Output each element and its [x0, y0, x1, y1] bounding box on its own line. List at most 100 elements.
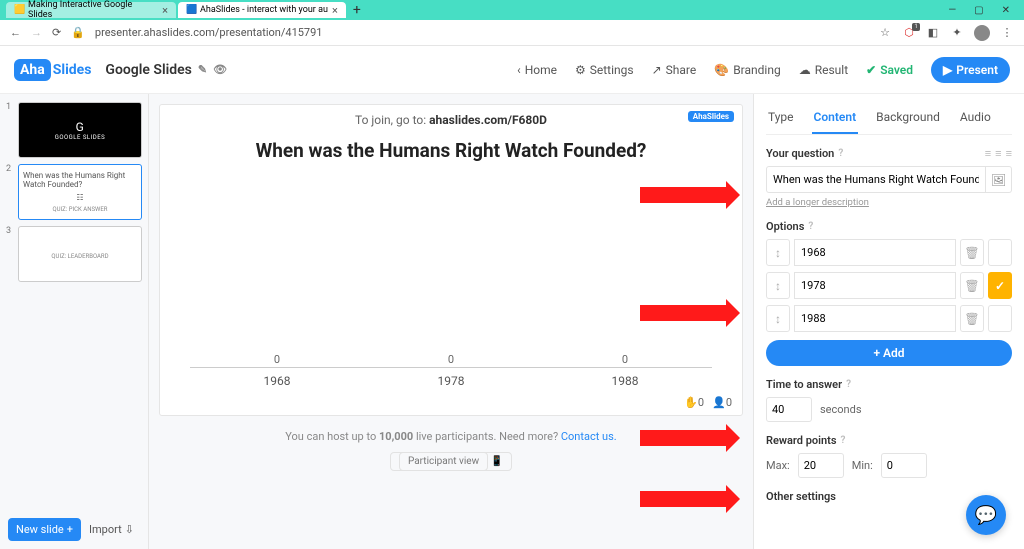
- new-tab-button[interactable]: +: [348, 2, 366, 18]
- correct-toggle[interactable]: [988, 305, 1012, 332]
- option-input[interactable]: [794, 272, 956, 299]
- reload-icon[interactable]: ⟳: [52, 26, 61, 39]
- menu-icon[interactable]: ⋮: [1000, 26, 1014, 40]
- saved-indicator: ✔Saved: [866, 63, 913, 77]
- play-icon: ▶: [943, 63, 952, 77]
- thumb-sub: GOOGLE SLIDES: [55, 134, 105, 141]
- avatar-icon[interactable]: [974, 25, 990, 41]
- url-bar: ← → ⟳ 🔒 presenter.ahaslides.com/presenta…: [0, 20, 1024, 46]
- delete-icon[interactable]: 🗑: [960, 272, 984, 299]
- close-icon[interactable]: ×: [162, 4, 168, 17]
- help-icon[interactable]: ?: [841, 435, 846, 446]
- drag-handle[interactable]: ↕: [766, 239, 790, 266]
- aha-icon: 🟦: [186, 5, 196, 15]
- time-input[interactable]: [766, 397, 812, 422]
- people-count: 👤0: [712, 396, 732, 409]
- delete-icon[interactable]: 🗑: [960, 239, 984, 266]
- minimize-icon[interactable]: —: [948, 5, 956, 16]
- app-nav: ‹Home ⚙Settings ↗Share 🎨Branding ☁Result…: [517, 57, 1010, 83]
- nav-branding[interactable]: 🎨Branding: [714, 63, 780, 77]
- help-icon[interactable]: ?: [838, 148, 843, 159]
- logo[interactable]: AhaSlides: [14, 59, 91, 81]
- nav-settings[interactable]: ⚙Settings: [575, 63, 634, 77]
- nav-home[interactable]: ‹Home: [517, 63, 557, 77]
- browser-tab[interactable]: 🟨 Making Interactive Google Slides ×: [6, 2, 176, 18]
- logo-text: Slides: [53, 62, 92, 78]
- your-question-label: Your question? ≡ ≡ ≡: [766, 147, 1012, 160]
- option-input[interactable]: [794, 239, 956, 266]
- star-icon[interactable]: ☆: [878, 26, 892, 40]
- bar-label: 1988: [568, 374, 683, 388]
- tab-title: Making Interactive Google Slides: [28, 0, 158, 20]
- slide-rail: 1 G GOOGLE SLIDES 2 When was the Humans …: [0, 94, 148, 549]
- pencil-icon[interactable]: ✎: [198, 63, 207, 76]
- slide-thumb[interactable]: 3 QUIZ: LEADERBOARD: [6, 226, 142, 282]
- correct-toggle-active[interactable]: ✓: [988, 272, 1012, 299]
- question-input[interactable]: [766, 166, 986, 193]
- align-center-icon[interactable]: ≡: [995, 147, 1001, 160]
- nav-result[interactable]: ☁Result: [799, 63, 848, 77]
- thumb-card: G GOOGLE SLIDES: [18, 102, 142, 158]
- tab-content[interactable]: Content: [812, 102, 859, 134]
- slide-thumb[interactable]: 1 G GOOGLE SLIDES: [6, 102, 142, 158]
- min-input[interactable]: [881, 453, 927, 478]
- new-slide-button[interactable]: New slide+: [8, 518, 81, 541]
- annotation-arrow: [640, 430, 726, 446]
- image-button[interactable]: 🖼: [986, 166, 1012, 193]
- option-row: ↕ 🗑: [766, 239, 1012, 266]
- slide-number: 3: [6, 226, 14, 282]
- drag-handle[interactable]: ↕: [766, 305, 790, 332]
- nav-share[interactable]: ↗Share: [652, 63, 697, 77]
- back-icon[interactable]: ←: [10, 26, 21, 39]
- gslides-icon: 🟨: [14, 5, 24, 15]
- forward-icon[interactable]: →: [31, 26, 42, 39]
- bar-label: 1978: [394, 374, 509, 388]
- maximize-icon[interactable]: ▢: [974, 5, 983, 16]
- extension-icon[interactable]: ◧: [926, 26, 940, 40]
- eye-icon[interactable]: 👁: [213, 63, 227, 76]
- close-window-icon[interactable]: ✕: [1002, 5, 1010, 16]
- chat-bubble[interactable]: 💬: [966, 495, 1006, 535]
- annotation-arrow: [640, 491, 726, 507]
- slide-thumb-active[interactable]: 2 When was the Humans Right Watch Founde…: [6, 164, 142, 220]
- x-axis: [190, 367, 712, 368]
- slide-stage: AhaSlides To join, go to: ahaslides.com/…: [159, 104, 743, 416]
- canvas: AhaSlides To join, go to: ahaslides.com/…: [148, 94, 754, 549]
- delete-icon[interactable]: 🗑: [960, 305, 984, 332]
- reward-label: Reward points?: [766, 434, 1012, 447]
- bar-value: 0: [220, 353, 335, 366]
- presentation-title[interactable]: Google Slides ✎ 👁: [105, 62, 227, 78]
- import-button[interactable]: Import⇩: [89, 518, 134, 541]
- app-header: AhaSlides Google Slides ✎ 👁 ‹Home ⚙Setti…: [0, 46, 1024, 94]
- align-right-icon[interactable]: ≡: [1006, 147, 1012, 160]
- present-button[interactable]: ▶Present: [931, 57, 1010, 83]
- contact-link[interactable]: Contact us.: [561, 430, 617, 443]
- puzzle-icon[interactable]: ✦: [950, 26, 964, 40]
- add-option-button[interactable]: + Add: [766, 340, 1012, 366]
- url-text[interactable]: presenter.ahaslides.com/presentation/415…: [95, 26, 323, 39]
- tab-background[interactable]: Background: [874, 102, 942, 134]
- tab-type[interactable]: Type: [766, 102, 796, 134]
- bar-chart: 0 1968 0 1978 0 1988: [190, 172, 712, 392]
- correct-toggle[interactable]: [988, 239, 1012, 266]
- tab-audio[interactable]: Audio: [958, 102, 993, 134]
- browser-tab-active[interactable]: 🟦 AhaSlides - interact with your au ×: [178, 2, 346, 18]
- hand-count: ✋0: [684, 396, 704, 409]
- participant-view-button[interactable]: Participant view 📱: [390, 452, 512, 471]
- import-icon: ⇩: [125, 523, 134, 536]
- options-label: Options?: [766, 220, 1012, 233]
- min-label: Min:: [852, 459, 873, 472]
- list-icon: ☷: [76, 193, 83, 202]
- annotation-arrow: [640, 187, 726, 203]
- annotation-arrow: [640, 305, 726, 321]
- close-icon[interactable]: ×: [332, 4, 338, 17]
- align-left-icon[interactable]: ≡: [985, 147, 991, 160]
- option-input[interactable]: [794, 305, 956, 332]
- max-input[interactable]: [798, 453, 844, 478]
- drag-handle[interactable]: ↕: [766, 272, 790, 299]
- extension-icon[interactable]: ⬡: [902, 26, 916, 40]
- add-description-link[interactable]: Add a longer description: [766, 197, 869, 208]
- help-icon[interactable]: ?: [846, 379, 851, 390]
- help-icon[interactable]: ?: [808, 221, 813, 232]
- check-icon: ✔: [866, 63, 876, 77]
